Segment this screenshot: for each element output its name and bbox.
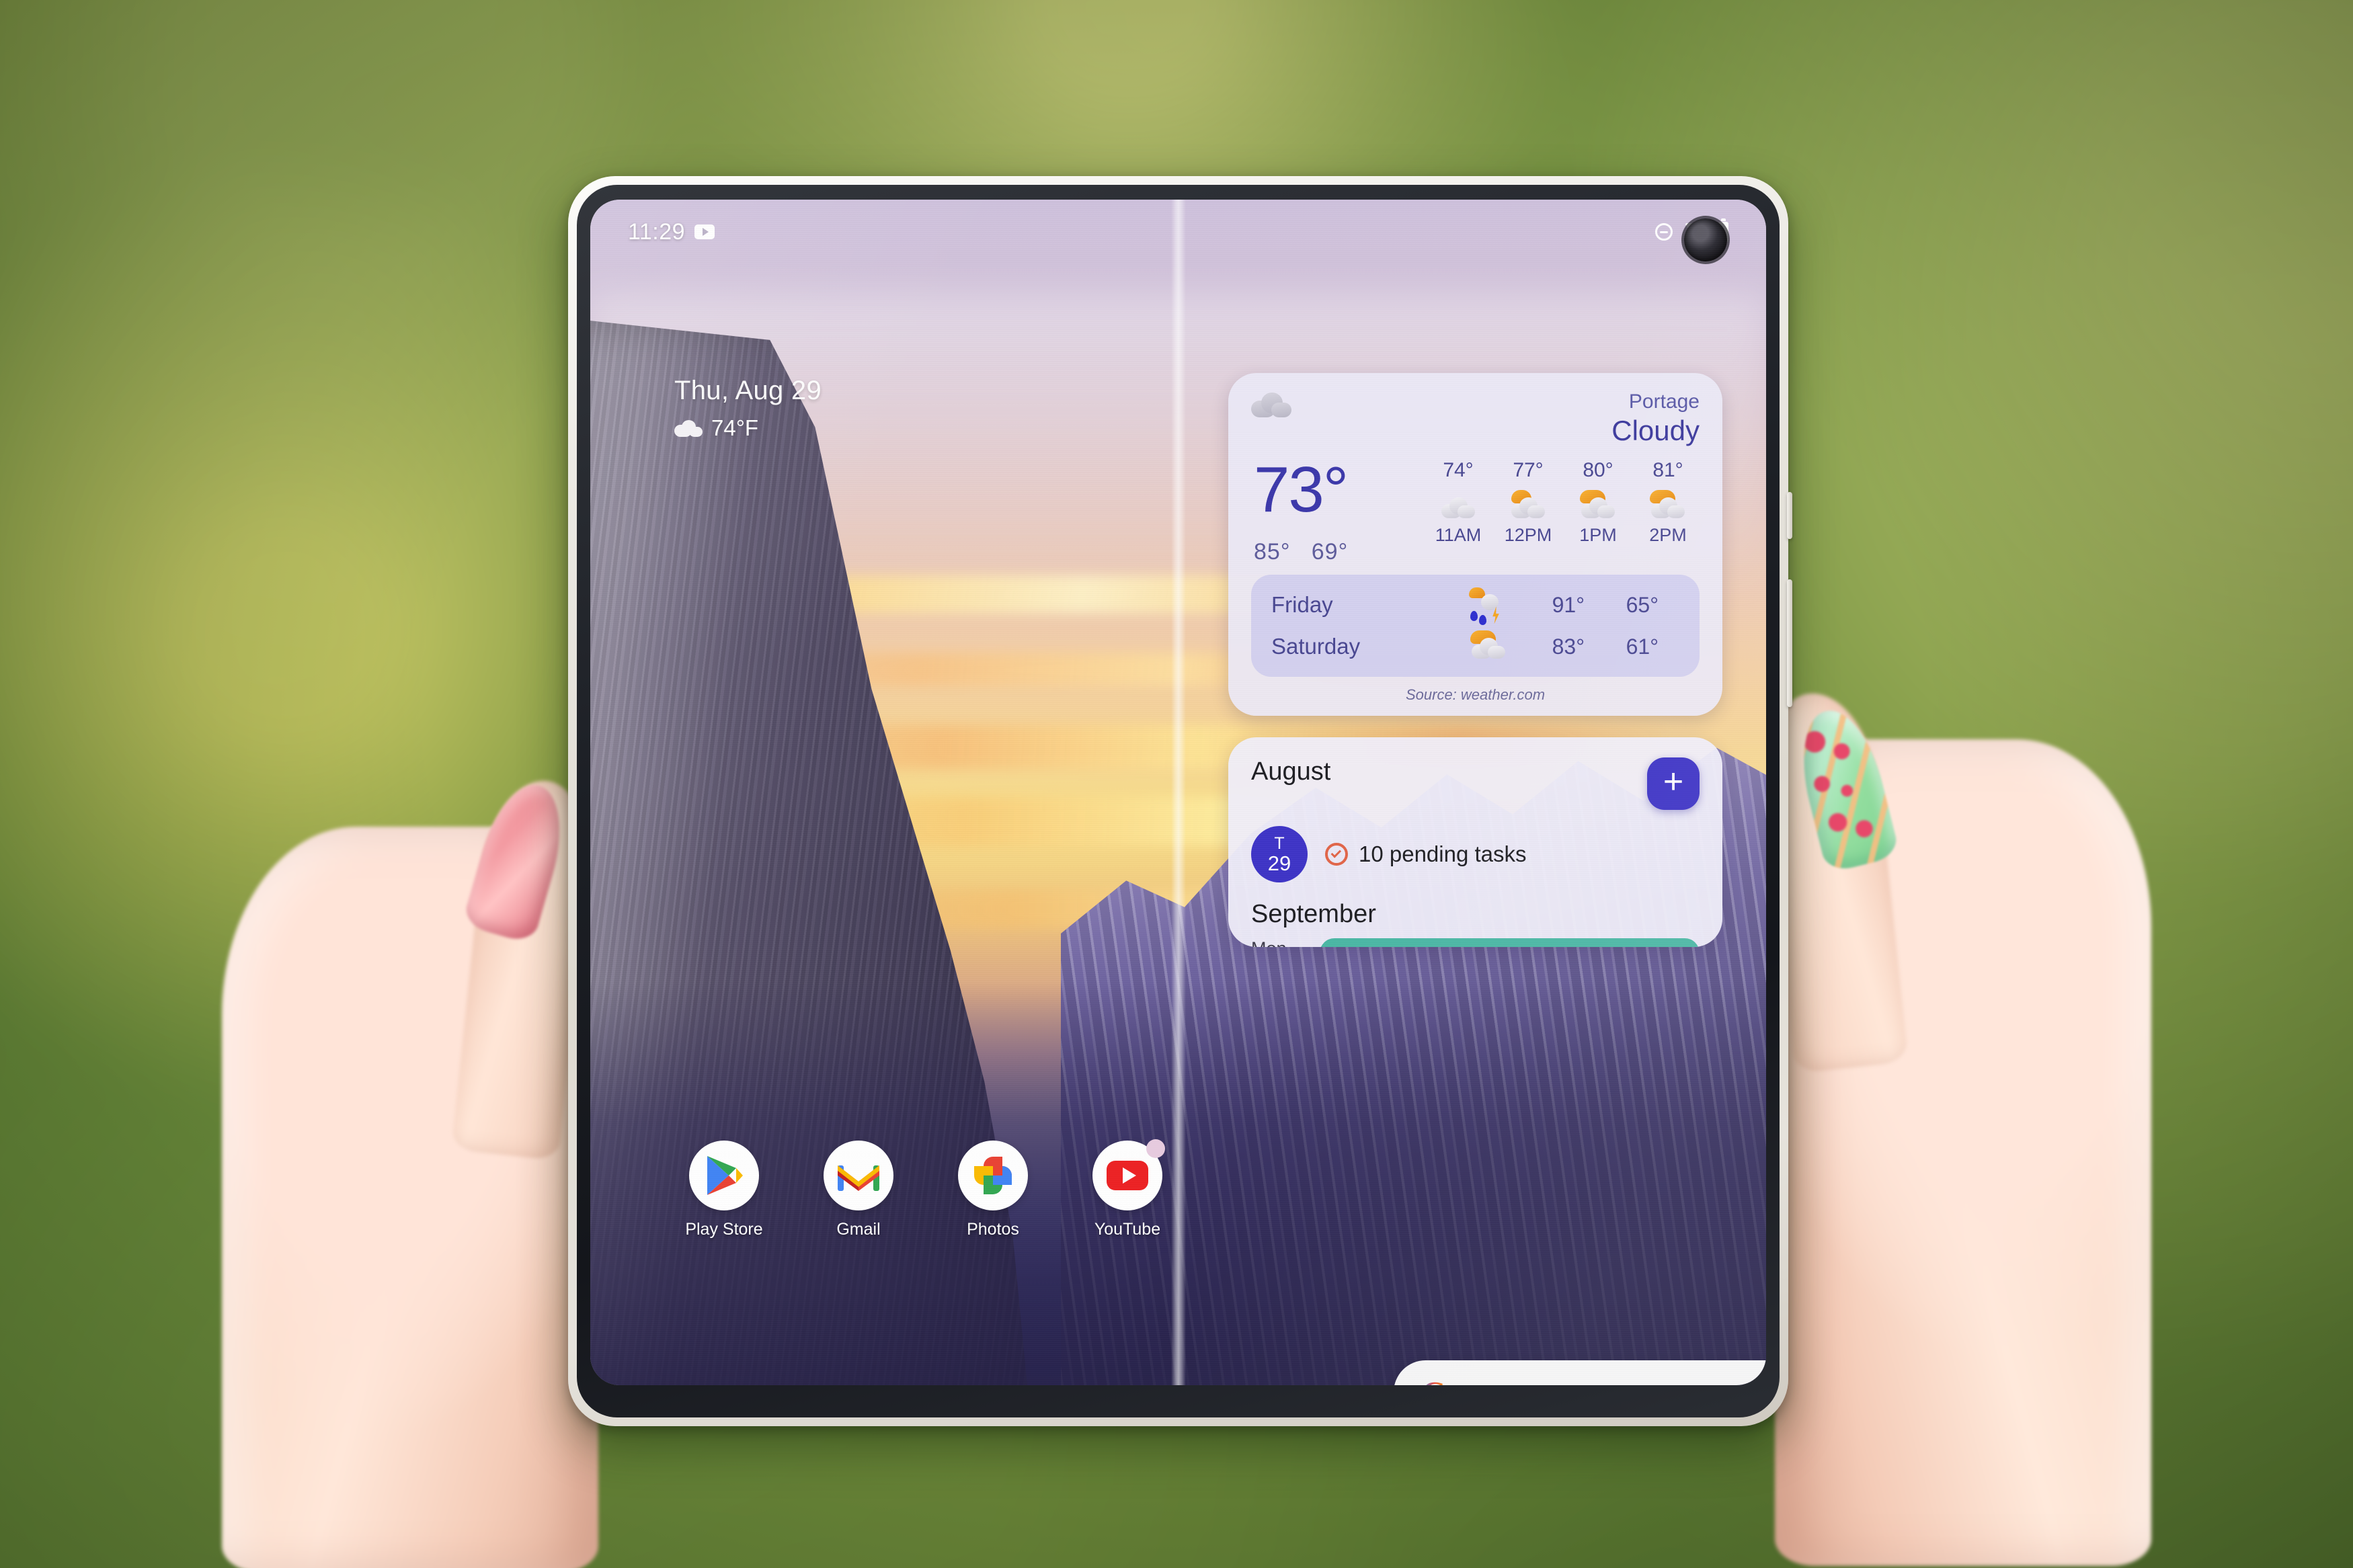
glance-weather-row: 74°F (674, 415, 822, 441)
daily-row: Saturday 83° 61° (1271, 626, 1679, 667)
daily-low: 61° (1626, 634, 1659, 659)
status-bar[interactable]: 11:29 (590, 200, 1766, 264)
youtube-icon (694, 224, 715, 239)
daily-low: 65° (1626, 592, 1659, 617)
weather-header: Portage Cloudy (1251, 390, 1700, 447)
partly-cloudy-icon (1466, 629, 1511, 664)
calendar-add-button[interactable]: + (1647, 757, 1700, 811)
play-store-icon (689, 1141, 759, 1210)
cloudy-icon (1429, 486, 1487, 522)
hourly-item: 80° 1PM (1569, 459, 1627, 546)
status-bar-left: 11:29 (628, 219, 715, 245)
weather-hourly-forecast: 74° 11AM 77° 12PM 80° 1PM 81° 2PM (1429, 459, 1700, 546)
today-day-number: 29 (1267, 851, 1291, 875)
event-day-of-week: Mon (1251, 938, 1305, 947)
do-not-disturb-icon (1655, 223, 1673, 241)
glance-temperature: 74°F (711, 415, 759, 440)
app-label: Photos (967, 1220, 1019, 1239)
hourly-time: 11AM (1435, 525, 1482, 545)
weather-source: Source: weather.com (1405, 686, 1546, 704)
daily-row: Friday 91° 65° (1271, 584, 1679, 626)
calendar-widget[interactable]: August + T 29 10 pending tasks September (1228, 737, 1722, 948)
daily-day-name: Saturday (1271, 634, 1361, 659)
hourly-item: 74° 11AM (1429, 459, 1487, 546)
weather-widget[interactable]: Portage Cloudy 73° 85° 69° 74° 11AM 77° … (1228, 373, 1722, 716)
daily-high: 91° (1552, 592, 1585, 617)
app-label: YouTube (1094, 1220, 1161, 1239)
thunderstorm-icon (1466, 587, 1511, 626)
app-grid: Play Store Gmail Photos YouTube (680, 1139, 1172, 1239)
google-g-icon: G (1422, 1376, 1446, 1385)
notification-badge (1146, 1139, 1165, 1158)
calendar-event-row[interactable]: Mon 2 Labor Day (1251, 938, 1700, 948)
weather-location-block: Portage Cloudy (1611, 390, 1700, 447)
cloud-icon (674, 419, 703, 437)
task-check-icon (1325, 843, 1348, 866)
today-day-letter: T (1274, 833, 1285, 853)
weather-high: 85° (1254, 539, 1291, 565)
foldable-phone-device: 11:29 Thu, Aug 29 74°F Portage Cloudy 73… (568, 176, 1792, 1426)
calendar-task-text: 10 pending tasks (1359, 841, 1527, 867)
device-bezel: 11:29 Thu, Aug 29 74°F Portage Cloudy 73… (577, 185, 1780, 1417)
hourly-item: 77° 12PM (1499, 459, 1557, 546)
calendar-next-month: September (1251, 900, 1376, 929)
calendar-event-date: Mon 2 (1251, 938, 1305, 947)
hourly-temp: 77° (1513, 459, 1544, 481)
front-camera-punch-hole (1684, 218, 1727, 261)
partly-cloudy-icon (1499, 486, 1557, 522)
app-youtube[interactable]: YouTube (1083, 1139, 1172, 1239)
hourly-temp: 74° (1443, 459, 1474, 481)
calendar-month: August (1251, 757, 1331, 786)
weather-current-block: 73° 85° 69° (1251, 454, 1349, 565)
at-a-glance-widget[interactable]: Thu, Aug 29 74°F (674, 376, 822, 441)
app-photos[interactable]: Photos (949, 1141, 1037, 1239)
power-button[interactable] (1787, 492, 1792, 539)
calendar-event-chip[interactable]: Labor Day (1320, 938, 1700, 948)
app-label: Gmail (836, 1220, 881, 1239)
hourly-time: 2PM (1649, 525, 1687, 545)
gmail-icon (824, 1141, 893, 1210)
app-gmail[interactable]: Gmail (814, 1141, 903, 1239)
calendar-task-item[interactable]: 10 pending tasks (1325, 841, 1527, 867)
calendar-header: August + (1251, 757, 1700, 811)
cloud-icon (1251, 390, 1293, 419)
weather-low: 69° (1311, 539, 1349, 565)
calendar-today-row[interactable]: T 29 10 pending tasks (1251, 826, 1700, 883)
hourly-time: 1PM (1579, 525, 1617, 545)
volume-button[interactable] (1787, 579, 1792, 707)
app-play-store[interactable]: Play Store (680, 1141, 768, 1239)
app-label: Play Store (685, 1220, 763, 1239)
weather-location: Portage (1628, 390, 1700, 413)
youtube-icon (1092, 1139, 1165, 1210)
hourly-temp: 81° (1652, 459, 1683, 481)
calendar-today-badge: T 29 (1251, 826, 1308, 883)
widget-column: Portage Cloudy 73° 85° 69° 74° 11AM 77° … (1228, 373, 1722, 948)
weather-body: 73° 85° 69° 74° 11AM 77° 12PM 80° 1PM 81… (1251, 454, 1700, 565)
daily-day-name: Friday (1271, 592, 1333, 618)
hourly-time: 12PM (1504, 525, 1552, 545)
weather-high-low: 85° 69° (1254, 539, 1348, 565)
glance-date: Thu, Aug 29 (674, 376, 822, 405)
hourly-item: 81° 2PM (1639, 459, 1697, 546)
plus-icon: + (1663, 762, 1684, 802)
google-search-bar[interactable]: G (1394, 1360, 1766, 1385)
partly-cloudy-icon (1639, 486, 1697, 522)
hourly-temp: 80° (1583, 459, 1613, 481)
weather-daily-forecast: Friday 91° 65° Saturday 83° 61° (1251, 575, 1700, 677)
status-time: 11:29 (628, 218, 686, 245)
partly-cloudy-icon (1569, 486, 1627, 522)
weather-condition: Cloudy (1611, 415, 1700, 446)
weather-current-temperature: 73° (1254, 454, 1349, 526)
google-photos-icon (958, 1141, 1028, 1210)
device-screen: 11:29 Thu, Aug 29 74°F Portage Cloudy 73… (590, 200, 1766, 1385)
daily-high: 83° (1552, 634, 1585, 659)
